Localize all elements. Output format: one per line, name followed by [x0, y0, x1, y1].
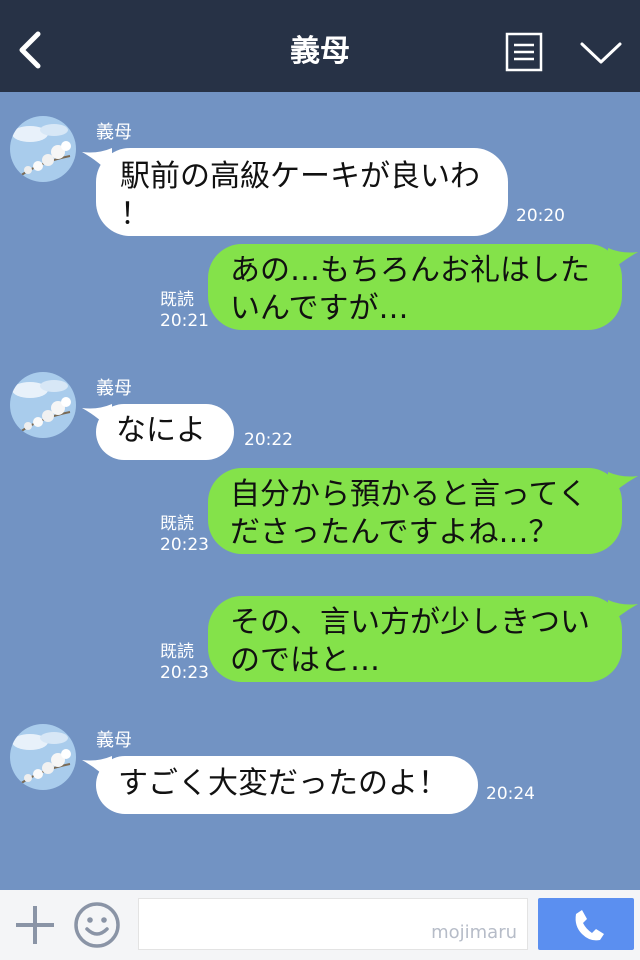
- add-button[interactable]: [12, 902, 58, 948]
- message-time: 20:24: [486, 784, 535, 804]
- input-bar: mojimaru: [0, 890, 640, 960]
- message-line: いんですが…: [230, 291, 409, 326]
- message-bubble-received[interactable]: すごく大変だったのよ！: [96, 756, 478, 814]
- message-time: 20:22: [244, 430, 293, 450]
- message-line: ださったんですよね…？: [230, 515, 559, 550]
- message-time: 20:20: [516, 206, 565, 226]
- message-line: あの…もちろんお礼はした: [230, 253, 590, 288]
- read-receipt: 既読: [160, 290, 194, 310]
- avatar-flowers-image: [10, 372, 76, 438]
- emoji-button[interactable]: [72, 900, 122, 950]
- message-line: 駅前の高級ケーキが良いわ: [120, 159, 480, 194]
- message-time: 20:23: [160, 535, 209, 555]
- message-input[interactable]: mojimaru: [138, 898, 528, 950]
- message-bubble-received[interactable]: なによ: [96, 404, 234, 460]
- sender-name: 義母: [96, 730, 132, 751]
- avatar-flowers-image: [10, 724, 76, 790]
- message-time: 20:21: [160, 311, 209, 331]
- message-line: ！: [120, 197, 150, 232]
- collapse-button[interactable]: [578, 38, 624, 68]
- menu-button[interactable]: [505, 32, 543, 72]
- message-meta: 既読 20:21: [160, 290, 209, 332]
- message-meta: 既読 20:23: [160, 642, 209, 684]
- message-line: なによ: [116, 413, 206, 448]
- message-bubble-received[interactable]: 駅前の高級ケーキが良いわ ！: [96, 148, 508, 236]
- read-receipt: 既読: [160, 514, 194, 534]
- sender-name: 義母: [96, 122, 132, 143]
- sender-name: 義母: [96, 378, 132, 399]
- avatar[interactable]: [10, 724, 76, 790]
- watermark: mojimaru: [431, 922, 517, 943]
- avatar[interactable]: [10, 116, 76, 182]
- note-list-icon: [505, 32, 543, 72]
- message-meta: 既読 20:23: [160, 514, 209, 556]
- message-bubble-sent[interactable]: その、言い方が少しきつい のではと…: [208, 596, 622, 682]
- message-line: 自分から預かると言ってく: [230, 477, 588, 512]
- message-line: のではと…: [230, 643, 380, 678]
- avatar[interactable]: [10, 372, 76, 438]
- plus-icon: [16, 906, 54, 944]
- chat-title: 義母: [290, 34, 350, 69]
- chat-area[interactable]: 義母 駅前の高級ケーキが良いわ ！ 20:20 あの…もちろんお礼はした いんで…: [0, 92, 640, 890]
- message-bubble-sent[interactable]: 自分から預かると言ってく ださったんですよね…？: [208, 468, 622, 554]
- message-line: すごく大変だったのよ！: [118, 766, 448, 801]
- avatar-flowers-image: [10, 116, 76, 182]
- message-time: 20:23: [160, 663, 209, 683]
- smiley-icon: [74, 902, 120, 948]
- read-receipt: 既読: [160, 642, 194, 662]
- chat-header: 義母: [0, 0, 640, 92]
- message-line: その、言い方が少しきつい: [230, 605, 590, 640]
- message-bubble-sent[interactable]: あの…もちろんお礼はした いんですが…: [208, 244, 622, 330]
- call-button[interactable]: [538, 898, 634, 950]
- phone-icon: [575, 910, 604, 941]
- chevron-down-icon: [580, 42, 622, 64]
